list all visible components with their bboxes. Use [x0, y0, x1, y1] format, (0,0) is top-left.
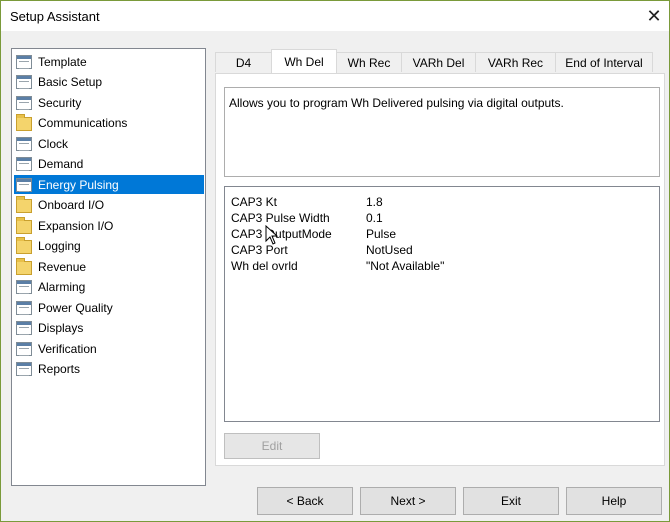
property-value: NotUsed [366, 243, 413, 257]
property-row[interactable]: CAP3 Pulse Width 0.1 [231, 211, 383, 227]
tree-item-label: Displays [38, 321, 84, 335]
tree-item[interactable]: Verification [14, 339, 204, 358]
tree-item-label: Alarming [38, 280, 86, 294]
folder-icon [16, 257, 32, 275]
tree-item[interactable]: Security [14, 93, 204, 112]
property-name: Wh del ovrld [231, 259, 298, 273]
properties-list[interactable]: CAP3 Kt 1.8 CAP3 Pulse Width 0.1 CAP3 Output… [224, 186, 660, 422]
doc-icon [16, 54, 32, 69]
tree-item-label: Onboard I/O [38, 198, 105, 212]
tree-item-label: Security [38, 95, 82, 110]
tree-item[interactable]: Basic Setup [14, 73, 204, 92]
tab[interactable]: VARh Rec [475, 52, 556, 72]
tree-item-label: Expansion I/O [38, 218, 114, 233]
tree-item-label: Reports [38, 362, 81, 376]
tree-item-label: Basic Setup [38, 75, 103, 89]
exit-button[interactable]: Exit [463, 487, 559, 515]
property-row[interactable]: Wh del ovrld "Not Available" [231, 259, 444, 275]
doc-icon [16, 321, 32, 335]
tree-item-label: Revenue [38, 259, 87, 274]
mouse-cursor-icon [265, 225, 279, 245]
tree-item[interactable]: Power Quality [14, 298, 204, 317]
tab[interactable]: Wh Rec [336, 52, 402, 72]
doc-icon [16, 300, 32, 315]
tree-item[interactable]: Alarming [14, 278, 204, 297]
tree-item[interactable]: Onboard I/O [14, 196, 204, 215]
tree-item[interactable]: Communications [14, 114, 204, 133]
close-button[interactable]: ✕ [639, 1, 669, 31]
doc-icon [16, 280, 32, 294]
next-button[interactable]: Next > [360, 487, 456, 515]
tree-item[interactable]: Logging [14, 237, 204, 256]
property-row[interactable]: CAP3 Port NotUsed [231, 243, 413, 259]
description-box: Allows you to program Wh Delivered pulsi… [224, 87, 660, 177]
tree-item-label: Power Quality [38, 300, 113, 315]
tree-item-label: Energy Pulsing [38, 177, 119, 192]
doc-icon [16, 75, 32, 89]
property-value: 0.1 [366, 211, 383, 225]
property-name: CAP3 Kt [231, 195, 278, 209]
tree-item[interactable]: Reports [14, 360, 204, 379]
tab[interactable]: Wh Del [271, 49, 337, 73]
tree-item[interactable]: Revenue [14, 257, 204, 276]
title-bar: Setup Assistant ✕ [1, 1, 669, 31]
tab[interactable]: VARh Del [401, 52, 476, 72]
help-button[interactable]: Help [566, 487, 662, 515]
property-value: "Not Available" [366, 259, 445, 273]
folder-icon [16, 216, 32, 234]
doc-icon [16, 157, 32, 171]
doc-icon [16, 136, 32, 151]
tab[interactable]: End of Interval [555, 52, 653, 72]
property-value: 1.8 [366, 195, 383, 209]
tree-item-label: Communications [38, 116, 128, 130]
doc-icon [16, 362, 32, 376]
back-button[interactable]: < Back [257, 487, 353, 515]
property-name: CAP3 Port [231, 243, 288, 257]
folder-icon [16, 114, 32, 131]
tree-item-label: Verification [38, 341, 97, 356]
window-title: Setup Assistant [10, 9, 100, 24]
doc-icon [16, 341, 32, 356]
property-value: Pulse [366, 227, 397, 241]
property-name: CAP3 OutputMode [231, 227, 332, 241]
doc-icon [16, 95, 32, 110]
tree-item[interactable]: Template [14, 52, 204, 71]
tree-item[interactable]: Demand [14, 155, 204, 174]
edit-button[interactable]: Edit [224, 433, 320, 459]
property-name: CAP3 Pulse Width [231, 211, 330, 225]
property-row[interactable]: CAP3 OutputMode Pulse [231, 227, 396, 243]
property-row[interactable]: CAP3 Kt 1.8 [231, 195, 383, 211]
tree-item[interactable]: Clock [14, 134, 204, 153]
tree-item[interactable]: Expansion I/O [14, 216, 204, 235]
tree-item[interactable]: Displays [14, 319, 204, 338]
tab[interactable]: D4 [215, 52, 272, 72]
folder-icon [16, 237, 32, 254]
folder-icon [16, 196, 32, 213]
navigation-tree[interactable]: Template Basic Setup Security Communication… [11, 48, 206, 486]
tree-item-label: Clock [38, 136, 69, 151]
tree-item-label: Template [38, 54, 87, 69]
tree-item-label: Logging [38, 239, 81, 253]
tree-item-label: Demand [38, 157, 84, 171]
doc-icon [16, 177, 32, 192]
tree-item[interactable]: Energy Pulsing [14, 175, 204, 194]
